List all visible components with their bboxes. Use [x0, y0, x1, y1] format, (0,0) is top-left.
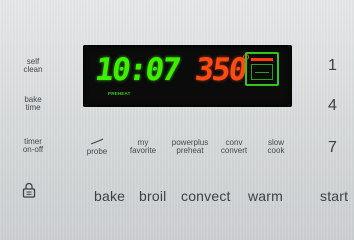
- probe-button[interactable]: probe: [80, 148, 114, 156]
- preheat-indicator: PREHEAT: [108, 91, 131, 96]
- powerplus-preheat-button[interactable]: powerplus preheat: [164, 139, 216, 155]
- oven-icon: [245, 52, 279, 86]
- timer-on-off-button[interactable]: timer on-off: [16, 138, 50, 154]
- key-4-button[interactable]: 4: [328, 98, 337, 114]
- temperature-readout: 350: [192, 52, 248, 88]
- bake-button[interactable]: bake: [94, 189, 125, 203]
- slow-cook-button[interactable]: slow cook: [259, 139, 293, 155]
- heating-element-bar: [251, 58, 273, 61]
- start-button[interactable]: start: [320, 189, 348, 203]
- self-clean-button[interactable]: self clean: [18, 58, 48, 74]
- key-1-button[interactable]: 1: [328, 58, 337, 74]
- oven-cavity: [251, 64, 273, 80]
- convect-button[interactable]: convect: [181, 189, 231, 203]
- conv-convert-button[interactable]: conv convert: [214, 139, 254, 155]
- key-7-button[interactable]: 7: [328, 140, 337, 156]
- probe-icon: [90, 138, 104, 145]
- broil-button[interactable]: broil: [139, 189, 166, 203]
- led-display: 10:07 350 PREHEAT: [83, 45, 292, 107]
- clock-readout: 10:07: [92, 52, 182, 88]
- warm-button[interactable]: warm: [248, 189, 283, 203]
- oven-control-panel: self clean bake time timer on-off 10:07 …: [0, 0, 354, 240]
- bake-time-button[interactable]: bake time: [18, 96, 48, 112]
- my-favorite-button[interactable]: my favorite: [122, 139, 164, 155]
- lock-icon[interactable]: [22, 182, 36, 198]
